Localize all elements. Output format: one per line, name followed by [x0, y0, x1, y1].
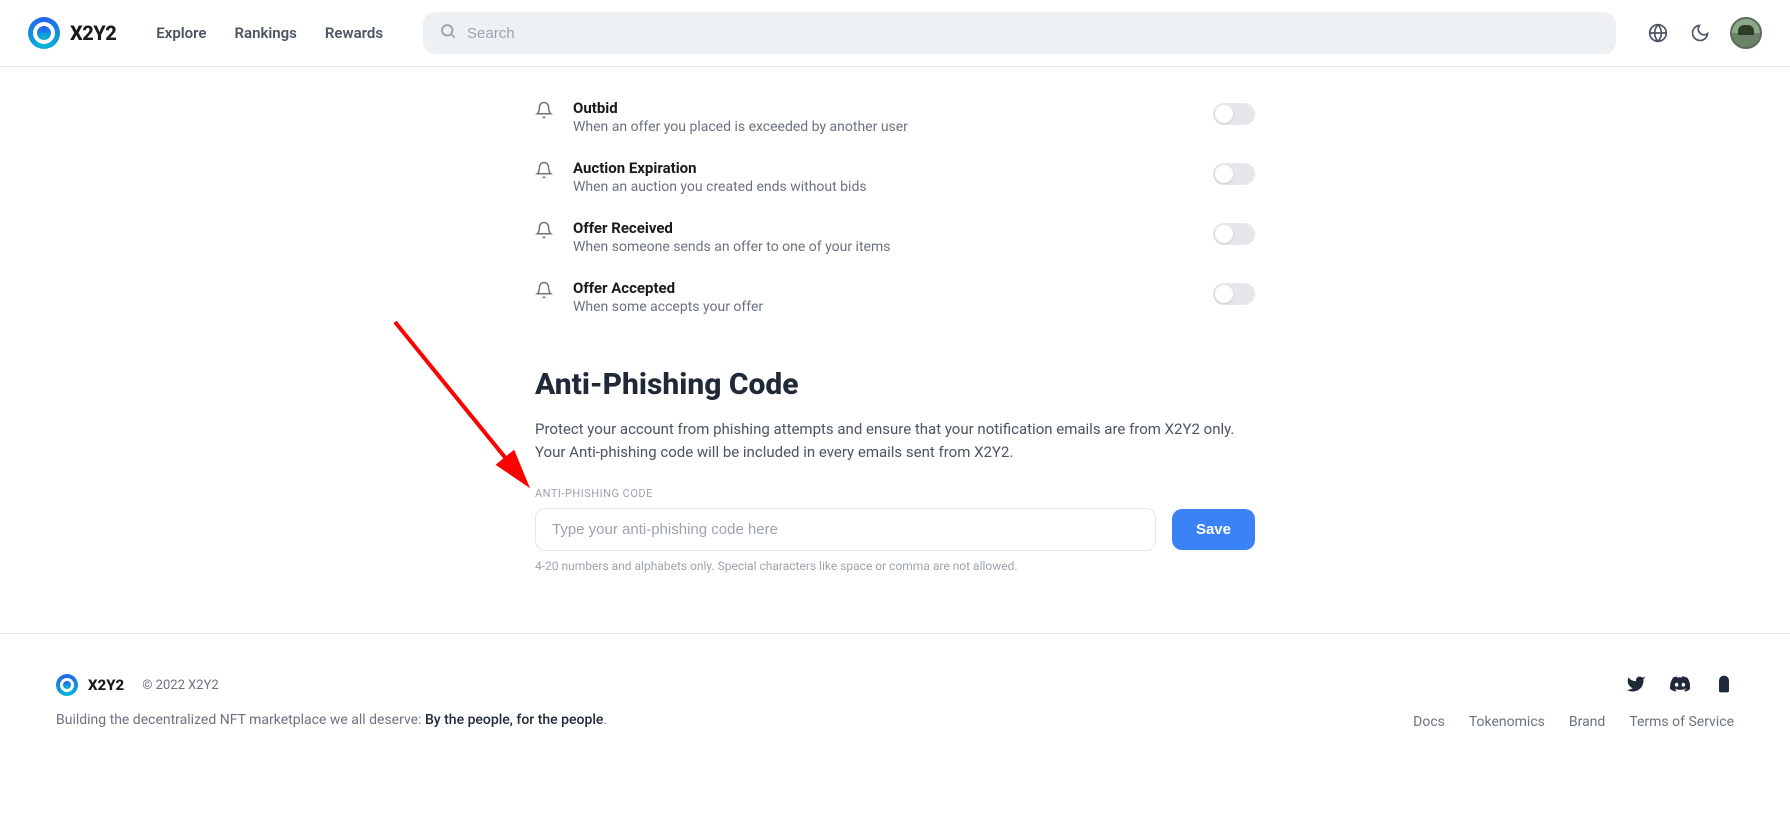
footer-link-tos[interactable]: Terms of Service — [1629, 714, 1734, 730]
logo-text: X2Y2 — [70, 21, 116, 45]
moon-icon[interactable] — [1688, 21, 1712, 45]
notification-title: Auction Expiration — [573, 159, 1195, 177]
footer-link-brand[interactable]: Brand — [1569, 714, 1605, 730]
footer-tagline-strong: By the people, for the people — [425, 712, 603, 728]
nav-rewards[interactable]: Rewards — [325, 24, 383, 42]
nav-rankings[interactable]: Rankings — [234, 24, 296, 42]
notification-title: Outbid — [573, 99, 1195, 117]
main-content: Outbid When an offer you placed is excee… — [535, 67, 1255, 633]
globe-icon[interactable] — [1646, 21, 1670, 45]
toggle-outbid[interactable] — [1213, 103, 1255, 125]
footer-tagline: Building the decentralized NFT marketpla… — [56, 712, 607, 728]
search-input[interactable] — [467, 25, 1600, 42]
notification-desc: When an offer you placed is exceeded by … — [573, 119, 1195, 135]
footer-link-docs[interactable]: Docs — [1413, 714, 1445, 730]
notification-content: Offer Received When someone sends an off… — [573, 219, 1195, 255]
bell-icon — [535, 281, 555, 303]
bell-icon — [535, 221, 555, 243]
discord-icon[interactable] — [1670, 674, 1690, 694]
notification-row-offer-accepted: Offer Accepted When some accepts your of… — [535, 267, 1255, 327]
search-container[interactable] — [423, 12, 1616, 54]
footer-copyright: © 2022 X2Y2 — [142, 678, 218, 693]
header-actions — [1646, 17, 1762, 49]
main-nav: Explore Rankings Rewards — [156, 24, 383, 42]
footer-left: X2Y2 © 2022 X2Y2 Building the decentrali… — [56, 674, 607, 728]
footer-links: Docs Tokenomics Brand Terms of Service — [1413, 714, 1734, 730]
notification-row-offer-received: Offer Received When someone sends an off… — [535, 207, 1255, 267]
toggle-offer-accepted[interactable] — [1213, 283, 1255, 305]
site-footer: X2Y2 © 2022 X2Y2 Building the decentrali… — [0, 633, 1790, 770]
antiphishing-input-row: Save — [535, 508, 1255, 551]
logo-icon — [28, 17, 60, 49]
antiphishing-desc: Protect your account from phishing attem… — [535, 418, 1255, 463]
footer-top: X2Y2 © 2022 X2Y2 Building the decentrali… — [56, 674, 1734, 730]
notification-title: Offer Accepted — [573, 279, 1195, 297]
nav-explore[interactable]: Explore — [156, 24, 206, 42]
notification-desc: When an auction you created ends without… — [573, 179, 1195, 195]
mirror-icon[interactable] — [1714, 674, 1734, 694]
save-button[interactable]: Save — [1172, 509, 1255, 550]
toggle-offer-received[interactable] — [1213, 223, 1255, 245]
footer-logo-text: X2Y2 — [88, 676, 124, 694]
logo[interactable]: X2Y2 — [28, 17, 116, 49]
site-header: X2Y2 Explore Rankings Rewards — [0, 0, 1790, 67]
avatar[interactable] — [1730, 17, 1762, 49]
bell-icon — [535, 161, 555, 183]
notification-row-outbid: Outbid When an offer you placed is excee… — [535, 87, 1255, 147]
notification-content: Offer Accepted When some accepts your of… — [573, 279, 1195, 315]
bell-icon — [535, 101, 555, 123]
notification-desc: When some accepts your offer — [573, 299, 1195, 315]
twitter-icon[interactable] — [1626, 674, 1646, 694]
footer-link-tokenomics[interactable]: Tokenomics — [1469, 714, 1545, 730]
notification-desc: When someone sends an offer to one of yo… — [573, 239, 1195, 255]
notification-content: Auction Expiration When an auction you c… — [573, 159, 1195, 195]
antiphishing-code-input[interactable] — [535, 508, 1156, 551]
antiphishing-hint: 4-20 numbers and alphabets only. Special… — [535, 559, 1255, 573]
toggle-auction-expiration[interactable] — [1213, 163, 1255, 185]
notification-title: Offer Received — [573, 219, 1195, 237]
annotation-arrow — [385, 312, 555, 502]
footer-right: Docs Tokenomics Brand Terms of Service — [1413, 674, 1734, 730]
notification-content: Outbid When an offer you placed is excee… — [573, 99, 1195, 135]
social-icons — [1626, 674, 1734, 694]
footer-tagline-prefix: Building the decentralized NFT marketpla… — [56, 712, 425, 728]
notification-row-auction-expiration: Auction Expiration When an auction you c… — [535, 147, 1255, 207]
footer-logo-row: X2Y2 © 2022 X2Y2 — [56, 674, 607, 696]
antiphishing-title: Anti-Phishing Code — [535, 367, 1255, 402]
antiphishing-field-label: ANTI-PHISHING CODE — [535, 487, 1255, 500]
footer-logo-icon — [56, 674, 78, 696]
search-icon — [439, 22, 457, 44]
